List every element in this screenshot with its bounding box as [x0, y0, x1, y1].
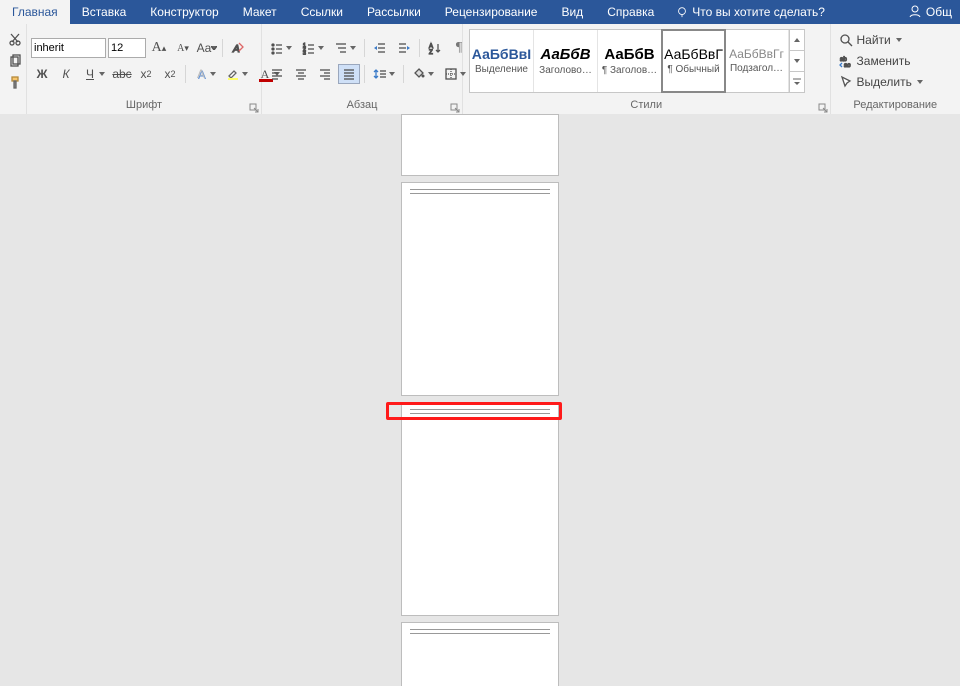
increase-indent-button[interactable] — [393, 38, 415, 58]
svg-text:ac: ac — [844, 63, 850, 68]
styles-up-icon[interactable] — [790, 30, 804, 51]
paragraph-launcher-icon[interactable] — [450, 103, 460, 113]
bold-button[interactable]: Ж — [31, 64, 53, 84]
highlight-button[interactable] — [222, 64, 252, 84]
align-center-button[interactable] — [290, 64, 312, 84]
style-emphasis[interactable]: АаБбВвІ Выделение — [470, 30, 534, 92]
underline-button[interactable]: Ч — [79, 64, 109, 84]
tab-layout[interactable]: Макет — [231, 0, 289, 24]
styles-launcher-icon[interactable] — [818, 103, 828, 113]
tell-me-label: Что вы хотите сделать? — [692, 5, 825, 19]
ribbon: A▴ A▾ Aa A Ж К Ч abc x2 x2 A A Шрифт — [0, 24, 960, 115]
styles-down-icon[interactable] — [790, 51, 804, 72]
style-heading[interactable]: АаБбВ Заголово… — [534, 30, 598, 92]
change-case-icon[interactable]: Aa — [196, 38, 218, 58]
page-3[interactable] — [401, 402, 559, 616]
style-sample: АаБбВвГ — [664, 47, 723, 61]
group-paragraph: 123 AZ ¶ Абзац — [262, 24, 463, 114]
tab-view[interactable]: Вид — [549, 0, 595, 24]
tab-review[interactable]: Рецензирование — [433, 0, 550, 24]
decrease-indent-button[interactable] — [369, 38, 391, 58]
grow-font-icon[interactable]: A▴ — [148, 38, 170, 58]
editing-group-label: Редактирование — [853, 99, 937, 111]
group-font: A▴ A▾ Aa A Ж К Ч abc x2 x2 A A Шрифт — [27, 24, 262, 114]
font-size-input[interactable] — [108, 38, 146, 58]
style-sample: АаБбВ — [540, 47, 590, 62]
group-editing: Найти abac Заменить Выделить Редактирова… — [831, 24, 960, 114]
style-sample: АаБбВвІ — [472, 47, 531, 61]
styles-group-label: Стили — [630, 99, 662, 111]
align-left-button[interactable] — [266, 64, 288, 84]
font-launcher-icon[interactable] — [249, 103, 259, 113]
style-heading1[interactable]: АаБбВ ¶ Заголов… — [598, 30, 662, 92]
select-dropdown-icon[interactable] — [916, 74, 924, 90]
group-styles: АаБбВвІ Выделение АаБбВ Заголово… АаБбВ … — [463, 24, 831, 114]
tab-design[interactable]: Конструктор — [138, 0, 230, 24]
style-sample: АаБбВ — [604, 47, 654, 62]
multilevel-list-button[interactable] — [330, 38, 360, 58]
bullets-button[interactable] — [266, 38, 296, 58]
page-2[interactable] — [401, 182, 559, 396]
tell-me[interactable]: Что вы хотите сделать? — [666, 5, 835, 19]
text-effects-button[interactable]: A — [190, 64, 220, 84]
style-name: Заголово… — [539, 65, 592, 76]
user-icon — [908, 4, 922, 21]
numbering-button[interactable]: 123 — [298, 38, 328, 58]
copy-icon[interactable] — [4, 51, 26, 71]
group-clipboard — [0, 24, 27, 114]
page-4[interactable] — [401, 622, 559, 686]
style-sample: АаБбВвГг — [729, 48, 784, 60]
style-name: ¶ Обычный — [667, 64, 719, 75]
font-group-label: Шрифт — [126, 99, 162, 111]
select-label: Выделить — [857, 75, 912, 89]
styles-gallery[interactable]: АаБбВвІ Выделение АаБбВ Заголово… АаБбВ … — [469, 29, 805, 93]
cursor-icon — [839, 75, 853, 89]
replace-icon: abac — [839, 54, 853, 68]
shading-button[interactable] — [408, 64, 438, 84]
subscript-button[interactable]: x2 — [135, 64, 157, 84]
style-subtitle[interactable]: АаБбВвГг Подзагол… — [725, 30, 789, 92]
ribbon-tabs: Главная Вставка Конструктор Макет Ссылки… — [0, 0, 960, 24]
tab-mailings[interactable]: Рассылки — [355, 0, 433, 24]
style-name: Подзагол… — [730, 63, 783, 74]
find-label: Найти — [857, 33, 891, 47]
document-area[interactable] — [0, 114, 960, 686]
find-button[interactable]: Найти — [839, 31, 924, 49]
styles-more-icon[interactable] — [790, 72, 804, 92]
superscript-button[interactable]: x2 — [159, 64, 181, 84]
highlight-annotation — [386, 402, 562, 420]
share-label: Общ — [926, 5, 952, 19]
font-name-input[interactable] — [31, 38, 106, 58]
styles-scroll — [789, 30, 804, 92]
line-spacing-button[interactable] — [369, 64, 399, 84]
search-icon — [839, 33, 853, 47]
share-button[interactable]: Общ — [900, 4, 960, 21]
replace-button[interactable]: abac Заменить — [839, 52, 924, 70]
tab-references[interactable]: Ссылки — [289, 0, 355, 24]
shrink-font-icon[interactable]: A▾ — [172, 38, 194, 58]
lightbulb-icon — [676, 6, 688, 18]
format-painter-icon[interactable] — [4, 73, 26, 93]
cut-icon[interactable] — [4, 29, 26, 49]
svg-text:3: 3 — [303, 51, 306, 55]
justify-button[interactable] — [338, 64, 360, 84]
tab-insert[interactable]: Вставка — [70, 0, 139, 24]
style-name: ¶ Заголов… — [602, 65, 657, 76]
style-name: Выделение — [475, 64, 528, 75]
clear-formatting-icon[interactable]: A — [227, 38, 249, 58]
find-dropdown-icon[interactable] — [895, 32, 903, 48]
italic-button[interactable]: К — [55, 64, 77, 84]
align-right-button[interactable] — [314, 64, 336, 84]
svg-text:A: A — [232, 44, 240, 55]
style-normal[interactable]: АаБбВвГ ¶ Обычный — [661, 29, 726, 93]
svg-text:Z: Z — [429, 50, 433, 55]
sort-button[interactable]: AZ — [424, 38, 446, 58]
tab-home[interactable]: Главная — [0, 0, 70, 24]
strikethrough-button[interactable]: abc — [111, 64, 133, 84]
replace-label: Заменить — [857, 54, 911, 68]
paragraph-group-label: Абзац — [347, 99, 378, 111]
page-1[interactable] — [401, 114, 559, 176]
tab-help[interactable]: Справка — [595, 0, 666, 24]
select-button[interactable]: Выделить — [839, 73, 924, 91]
